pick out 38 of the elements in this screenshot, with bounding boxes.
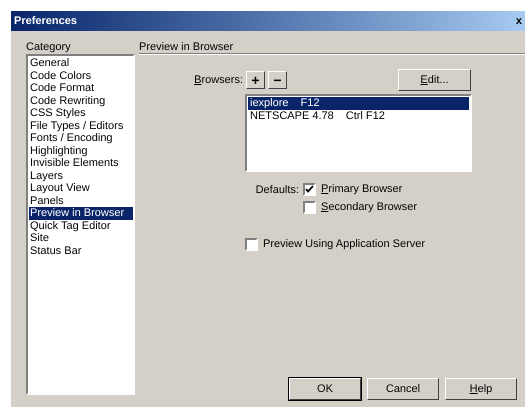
dialog-button[interactable]: Help	[445, 378, 517, 400]
browser-item[interactable]: NETSCAPE 4.78 Ctrl F12	[248, 110, 469, 123]
category-item[interactable]: Layers	[29, 170, 133, 182]
category-item[interactable]: General	[29, 57, 133, 70]
browser-list[interactable]: iexplore F12 NETSCAPE 4.78 Ctrl F12	[245, 94, 472, 172]
category-item[interactable]: Invisible Elements	[29, 157, 133, 170]
category-item[interactable]: Layout View	[29, 182, 133, 194]
checkbox-label: Preview Using Application Server	[263, 237, 426, 252]
category-item[interactable]: CSS Styles	[29, 107, 133, 120]
panel-title: Preview in Browser	[139, 40, 234, 53]
checkbox-label: Primary Browser	[321, 182, 402, 198]
checkbox[interactable]	[245, 238, 258, 251]
browsers-label: Browsers:	[193, 72, 244, 88]
dialog-button[interactable]: Cancel	[367, 378, 439, 400]
category-item[interactable]: Code Format	[29, 82, 133, 94]
category-item[interactable]: Quick Tag Editor	[29, 220, 133, 232]
category-label: Category	[26, 40, 72, 53]
browser-item[interactable]: iexplore F12	[248, 97, 469, 110]
remove-button[interactable]: −	[268, 71, 287, 89]
category-item[interactable]: Status Bar	[29, 244, 133, 257]
category-list[interactable]	[26, 54, 135, 395]
window-title: Preferences	[14, 14, 77, 29]
category-item[interactable]: Preview in Browser	[29, 207, 133, 220]
dialog-button[interactable]: OK	[289, 378, 361, 400]
checkbox-label: Secondary Browser	[321, 200, 417, 216]
defaults-label: Defaults:	[254, 183, 300, 198]
category-item[interactable]: Site	[29, 232, 133, 244]
category-item[interactable]: Highlighting	[29, 144, 133, 157]
close-button[interactable]: x	[516, 16, 522, 26]
checkbox[interactable]	[303, 183, 316, 196]
edit-button[interactable]: Edit...	[398, 69, 471, 91]
checkbox[interactable]	[303, 201, 316, 214]
category-item[interactable]: Fonts / Encoding	[29, 132, 133, 144]
category-item[interactable]: File Types / Editors	[29, 120, 133, 132]
category-item[interactable]: Code Rewriting	[29, 94, 133, 107]
category-item[interactable]: Panels	[29, 194, 133, 207]
add-button[interactable]: +	[246, 71, 265, 89]
category-item[interactable]: Code Colors	[29, 70, 133, 82]
